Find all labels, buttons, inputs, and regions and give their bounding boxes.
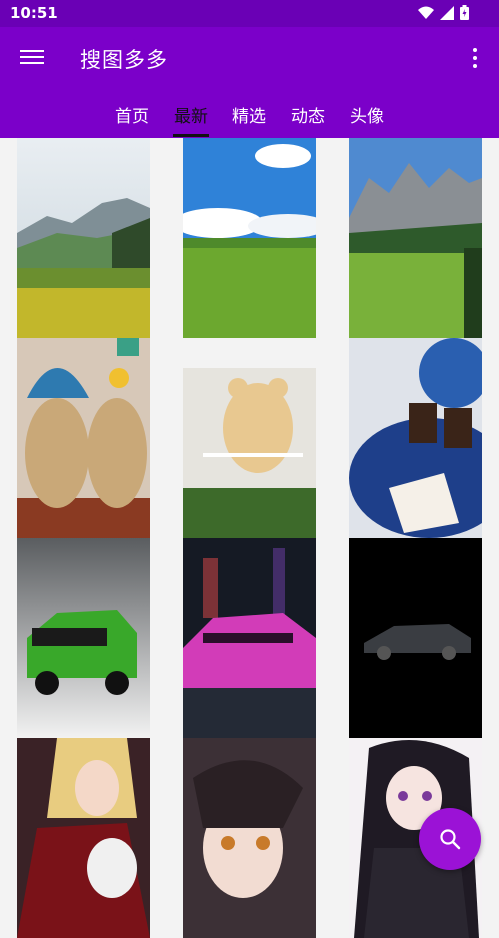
more-icon-dot bbox=[473, 48, 477, 52]
more-icon-dot bbox=[473, 64, 477, 68]
plush-dolls-image bbox=[17, 338, 150, 538]
app-title: 搜图多多 bbox=[80, 48, 168, 72]
image-tile-meadow[interactable] bbox=[17, 138, 150, 338]
image-grid bbox=[0, 138, 499, 938]
tab-latest[interactable]: 最新 bbox=[174, 102, 208, 127]
teddy-bear-image bbox=[183, 338, 316, 538]
signal-icon bbox=[440, 5, 454, 20]
pink-car-image bbox=[183, 538, 316, 738]
image-tile-field[interactable] bbox=[183, 138, 316, 338]
image-tile-plush-dolls[interactable] bbox=[17, 338, 150, 538]
image-tile-teddy-bear[interactable] bbox=[183, 338, 316, 538]
status-bar: 10:51 bbox=[0, 0, 499, 27]
menu-icon-line bbox=[20, 62, 44, 64]
status-icons bbox=[418, 5, 469, 20]
image-tile-anime-dark-hair[interactable] bbox=[183, 738, 316, 938]
black-car-image bbox=[349, 538, 482, 738]
meadow-image bbox=[17, 138, 150, 338]
menu-button[interactable] bbox=[18, 46, 46, 70]
status-time: 10:51 bbox=[10, 4, 58, 22]
image-tile-mountains[interactable] bbox=[349, 138, 482, 338]
tab-feed[interactable]: 动态 bbox=[291, 102, 325, 127]
image-tile-green-suv[interactable] bbox=[17, 538, 150, 738]
green-suv-image bbox=[17, 538, 150, 738]
tab-bar: 首页 最新 精选 动态 头像 bbox=[0, 99, 499, 138]
search-icon bbox=[440, 829, 461, 850]
search-fab[interactable] bbox=[419, 808, 481, 870]
tab-home[interactable]: 首页 bbox=[115, 102, 149, 127]
mountains-image bbox=[349, 138, 482, 338]
anime-dark-hair-image bbox=[183, 738, 316, 938]
more-icon-dot bbox=[473, 56, 477, 60]
field-image bbox=[183, 138, 316, 338]
tab-featured[interactable]: 精选 bbox=[232, 102, 266, 127]
menu-icon-line bbox=[20, 56, 44, 58]
wifi-icon bbox=[418, 6, 434, 19]
image-tile-black-car[interactable] bbox=[349, 538, 482, 738]
app-bar: 搜图多多 首页 最新 精选 动态 头像 bbox=[0, 27, 499, 138]
anime-blonde-image bbox=[17, 738, 150, 938]
tab-avatar[interactable]: 头像 bbox=[350, 102, 384, 127]
image-tile-anime-blonde[interactable] bbox=[17, 738, 150, 938]
image-tile-coffee-cake[interactable] bbox=[349, 338, 482, 538]
tab-indicator bbox=[173, 134, 209, 137]
more-options-button[interactable] bbox=[465, 45, 485, 71]
image-tile-pink-car[interactable] bbox=[183, 538, 316, 738]
battery-icon bbox=[460, 5, 469, 20]
menu-icon-line bbox=[20, 50, 44, 52]
coffee-cake-image bbox=[349, 338, 482, 538]
